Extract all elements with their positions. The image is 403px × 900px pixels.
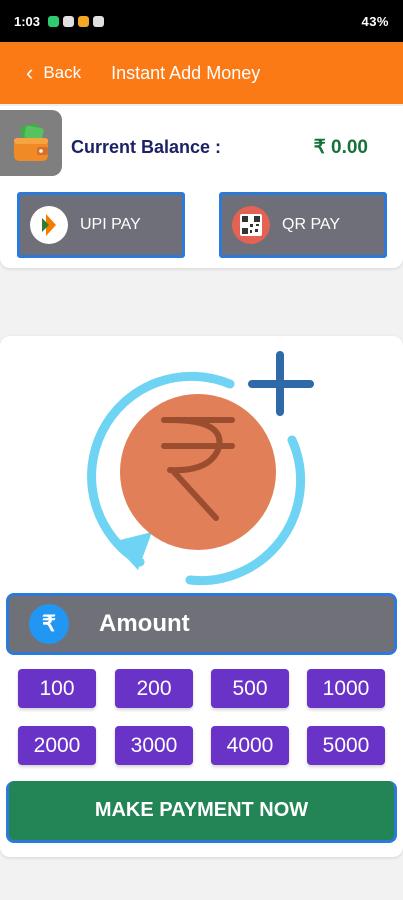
qr-code-icon [232,206,270,244]
status-time: 1:03 [14,13,41,29]
amount-chip-100[interactable]: 100 [18,669,96,708]
chevron-left-icon: ‹ [26,60,34,85]
rupee-icon: ₹ [29,604,69,644]
amount-chip-2000[interactable]: 2000 [18,726,96,765]
amount-chip-1000[interactable]: 1000 [307,669,385,708]
wallet-icon [0,110,62,176]
amount-chip-3000[interactable]: 3000 [115,726,193,765]
make-payment-button[interactable]: MAKE PAYMENT NOW [6,781,397,843]
page-title: Instant Add Money [111,62,261,83]
notification-icons [48,15,105,27]
balance-card: Current Balance : ₹ 0.00 UPI PAY QR PAY [0,106,403,268]
upi-logo-icon [30,206,68,244]
app-header: ‹ Back Instant Add Money [0,42,403,104]
amount-chip-5000[interactable]: 5000 [307,726,385,765]
upi-pay-label: UPI PAY [80,216,141,233]
whatsapp-icon [48,15,60,27]
amount-chip-4000[interactable]: 4000 [211,726,289,765]
qr-pay-label: QR PAY [282,216,341,233]
battery-level: 43% [361,13,389,29]
amount-header: ₹ Amount [6,593,397,655]
back-label: Back [43,63,82,82]
gmail-icon [63,15,75,27]
add-money-card: ₹ Amount 100 200 500 1000 2000 3000 4000… [0,336,403,857]
add-rupee-illustration [87,351,314,586]
status-bar: 1:03 43% [0,0,403,42]
current-balance-value: ₹ 0.00 [313,137,368,158]
gmail-icon-2 [93,15,105,27]
amount-label: Amount [99,610,190,637]
upi-pay-button[interactable]: UPI PAY [17,192,185,258]
current-balance-label: Current Balance : [71,137,222,157]
back-button[interactable]: ‹ Back [26,62,81,84]
amount-chip-500[interactable]: 500 [211,669,289,708]
amount-chip-200[interactable]: 200 [115,669,193,708]
qr-pay-button[interactable]: QR PAY [219,192,387,258]
app-icon [78,15,90,27]
